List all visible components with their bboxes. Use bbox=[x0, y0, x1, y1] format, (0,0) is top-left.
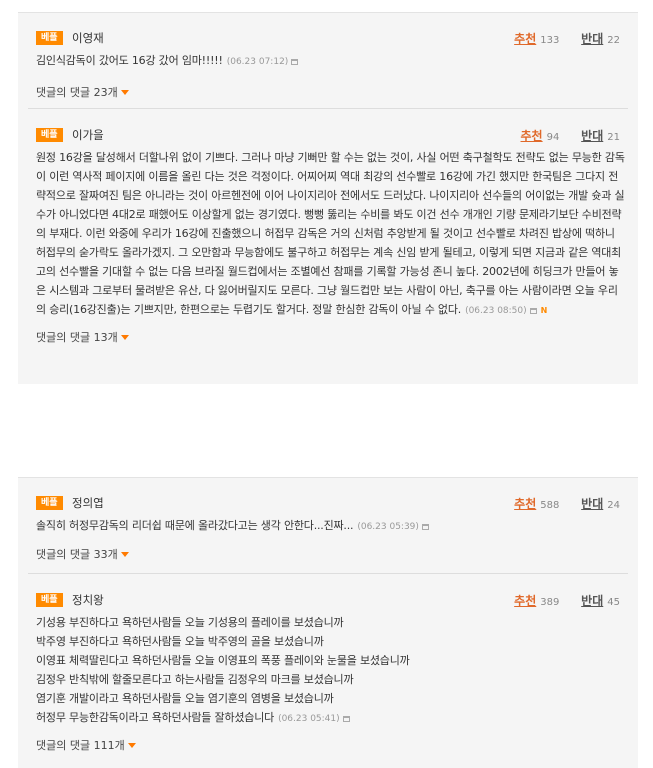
author-name[interactable]: 이영재 bbox=[72, 30, 104, 46]
lock-icon bbox=[529, 308, 537, 314]
comment-line: 염기훈 개발이라고 욕하던사람들 오늘 염기훈의 염병을 보셨습니까 bbox=[36, 692, 334, 705]
reply-count-label: 댓글의 댓글 13개 bbox=[36, 331, 118, 344]
comment-item: 베플 정의엽 추천 588 반대 24 솔직히 허정무감독의 리더쉽 때문에 올라갔… bbox=[18, 496, 638, 562]
lock-icon bbox=[342, 716, 350, 722]
lock-icon bbox=[291, 59, 299, 65]
reply-toggle[interactable]: 댓글의 댓글 13개 bbox=[36, 329, 626, 345]
recommend-button[interactable]: 추천 bbox=[514, 32, 536, 46]
oppose-button[interactable]: 반대 bbox=[581, 594, 603, 608]
reply-count-label: 댓글의 댓글 23개 bbox=[36, 86, 118, 99]
oppose-count: 22 bbox=[607, 35, 620, 46]
comment-timestamp: (06.23 05:39) bbox=[357, 522, 419, 532]
comment-timestamp: (06.23 07:12) bbox=[226, 57, 289, 67]
vote-area: 추천 133 반대 22 bbox=[514, 30, 620, 47]
caret-down-icon bbox=[120, 552, 129, 557]
vote-area: 추천 389 반대 45 bbox=[514, 592, 620, 609]
author-name[interactable]: 이가을 bbox=[72, 127, 104, 143]
lock-icon bbox=[421, 524, 429, 530]
comment-text: 김인식감독이 갔어도 16강 갔어 임마!!!!! bbox=[36, 54, 223, 67]
best-badge: 베플 bbox=[36, 593, 63, 607]
best-badge: 베플 bbox=[36, 128, 63, 142]
author-name[interactable]: 정의엽 bbox=[72, 495, 104, 511]
comment-header: 베플 정치왕 추천 389 반대 45 bbox=[36, 593, 626, 613]
oppose-count: 24 bbox=[607, 500, 620, 511]
oppose-count: 45 bbox=[607, 597, 620, 608]
author-name[interactable]: 정치왕 bbox=[72, 592, 104, 608]
comment-header: 베플 이영재 추천 133 반대 22 bbox=[36, 31, 626, 51]
comment-item: 베플 이가을 추천 94 반대 21 원정 16강을 달성해서 더할나위 없이 기쁘… bbox=[18, 128, 638, 345]
recommend-button[interactable]: 추천 bbox=[514, 497, 536, 511]
comment-timestamp: (06.23 08:50) bbox=[465, 306, 527, 316]
comment-body: 기성용 부진하다고 욕하던사람들 오늘 기성용의 플레이를 보셨습니까 박주영 … bbox=[36, 613, 626, 729]
oppose-count: 21 bbox=[607, 132, 620, 143]
best-badge: 베플 bbox=[36, 496, 63, 510]
reply-toggle[interactable]: 댓글의 댓글 33개 bbox=[36, 546, 626, 562]
comment-item: 베플 이영재 추천 133 반대 22 김인식감독이 갔어도 16강 갔어 임마!!… bbox=[18, 31, 638, 100]
comment-body: 솔직히 허정무감독의 리더쉽 때문에 올라갔다고는 생각 안한다...진짜...… bbox=[36, 516, 626, 537]
comment-item: 베플 정치왕 추천 389 반대 45 기성용 부진하다고 욕하던사람들 오늘 기성… bbox=[18, 593, 638, 753]
reply-toggle[interactable]: 댓글의 댓글 111개 bbox=[36, 737, 626, 753]
comment-line: 박주영 부진하다고 욕하던사람들 오늘 박주영의 골을 보셨습니까 bbox=[36, 635, 324, 648]
best-badge: 베플 bbox=[36, 31, 63, 45]
comment-body: 김인식감독이 갔어도 16강 갔어 임마!!!!! (06.23 07:12) bbox=[36, 51, 626, 72]
recommend-button[interactable]: 추천 bbox=[521, 129, 543, 143]
comment-line: 이영표 체력딸린다고 욕하던사람들 오늘 이영표의 폭풍 플레이와 눈물을 보셨… bbox=[36, 654, 410, 667]
caret-down-icon bbox=[120, 90, 129, 95]
reply-count-label: 댓글의 댓글 33개 bbox=[36, 548, 118, 561]
comment-timestamp: (06.23 05:41) bbox=[278, 714, 340, 724]
recommend-count: 389 bbox=[540, 597, 560, 608]
divider bbox=[28, 573, 628, 574]
recommend-count: 133 bbox=[540, 35, 560, 46]
comment-text: 원정 16강을 달성해서 더할나위 없이 기쁘다. 그러나 마냥 기뻐만 할 수… bbox=[36, 151, 625, 316]
oppose-button[interactable]: 반대 bbox=[581, 129, 603, 143]
comment-line-last: 허정무 무능한감독이라고 욕하던사람들 잘하셨습니다 (06.23 05:41) bbox=[36, 708, 626, 729]
comment-text: 솔직히 허정무감독의 리더쉽 때문에 올라갔다고는 생각 안한다...진짜... bbox=[36, 519, 354, 532]
comment-line: 기성용 부진하다고 욕하던사람들 오늘 기성용의 플레이를 보셨습니까 bbox=[36, 616, 344, 629]
comment-panel-top: 베플 이영재 추천 133 반대 22 김인식감독이 갔어도 16강 갔어 임마!!… bbox=[18, 12, 638, 384]
recommend-count: 588 bbox=[540, 500, 560, 511]
comment-header: 베플 정의엽 추천 588 반대 24 bbox=[36, 496, 626, 516]
vote-area: 추천 588 반대 24 bbox=[514, 495, 620, 512]
comment-body: 원정 16강을 달성해서 더할나위 없이 기쁘다. 그러나 마냥 기뻐만 할 수… bbox=[36, 148, 626, 321]
new-icon: N bbox=[540, 306, 548, 315]
reply-toggle[interactable]: 댓글의 댓글 23개 bbox=[36, 84, 626, 100]
comment-line: 김정우 반칙밖에 할줄모른다고 하는사람들 김정우의 마크를 보셨습니까 bbox=[36, 673, 354, 686]
oppose-button[interactable]: 반대 bbox=[581, 497, 603, 511]
comment-header: 베플 이가을 추천 94 반대 21 bbox=[36, 128, 626, 148]
comment-line: 허정무 무능한감독이라고 욕하던사람들 잘하셨습니다 bbox=[36, 711, 275, 724]
caret-down-icon bbox=[127, 743, 136, 748]
recommend-count: 94 bbox=[546, 132, 560, 143]
divider bbox=[28, 108, 628, 109]
reply-count-label: 댓글의 댓글 111개 bbox=[36, 739, 125, 752]
comment-panel-bottom: 베플 정의엽 추천 588 반대 24 솔직히 허정무감독의 리더쉽 때문에 올라갔… bbox=[18, 477, 638, 768]
caret-down-icon bbox=[120, 335, 129, 340]
recommend-button[interactable]: 추천 bbox=[514, 594, 536, 608]
oppose-button[interactable]: 반대 bbox=[581, 32, 603, 46]
vote-area: 추천 94 반대 21 bbox=[521, 127, 620, 144]
